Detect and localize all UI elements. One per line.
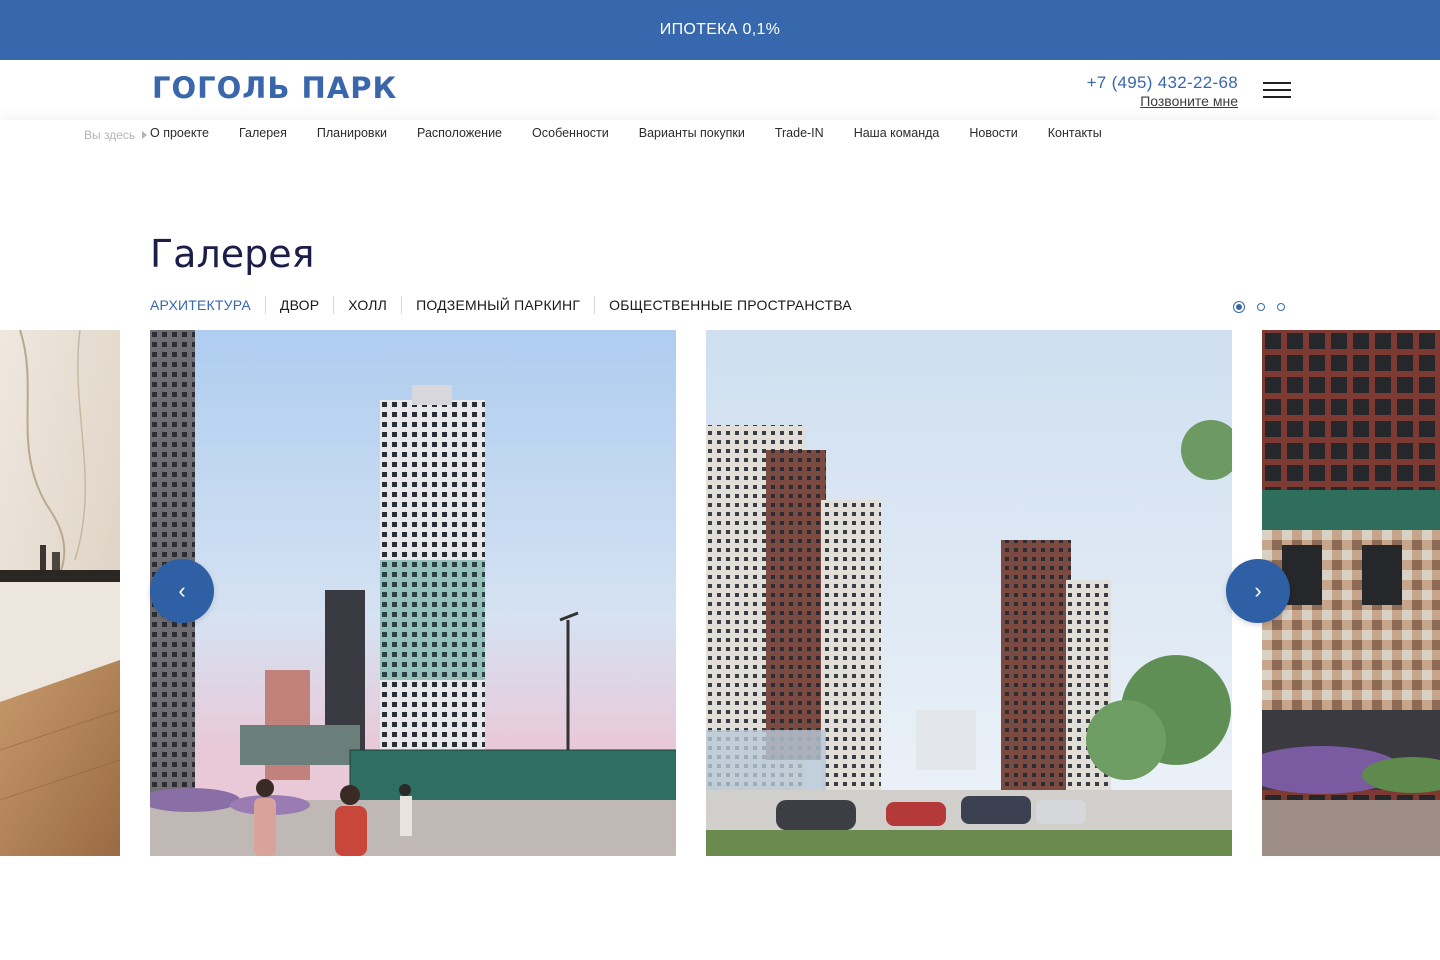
tab-hall[interactable]: ХОЛЛ	[348, 297, 387, 313]
nav-item-news[interactable]: Новости	[969, 126, 1017, 140]
tab-divider	[264, 296, 266, 314]
callback-link[interactable]: Позвоните мне	[1140, 93, 1238, 109]
nav-item-plans[interactable]: Планировки	[317, 126, 387, 140]
nav-item-team[interactable]: Наша команда	[854, 126, 940, 140]
tab-divider	[594, 296, 596, 314]
promo-link[interactable]: ИПОТЕКА 0,1%	[660, 21, 780, 39]
slider-dot-3[interactable]	[1277, 303, 1285, 311]
slider-dot-2[interactable]	[1257, 303, 1265, 311]
gallery-slide-tower[interactable]	[150, 330, 676, 856]
phone-link[interactable]: +7 (495) 432-22-68	[1087, 73, 1238, 93]
nav-item-location[interactable]: Расположение	[417, 126, 502, 140]
tab-architecture[interactable]: АРХИТЕКТУРА	[150, 297, 251, 313]
slider-next-button[interactable]: ›	[1226, 559, 1290, 623]
gallery-slide-complex[interactable]	[706, 330, 1232, 856]
site-header: ГОГОЛЬ ПАРК +7 (495) 432-22-68 Позвоните…	[0, 60, 1440, 120]
breadcrumb-label: Вы здесь	[84, 128, 136, 142]
gallery-title: Галерея	[150, 232, 315, 276]
tab-yard[interactable]: ДВОР	[280, 297, 319, 313]
gallery-slide-interior[interactable]	[0, 330, 120, 856]
slider-dot-1[interactable]	[1233, 301, 1245, 313]
section-nav: Вы здесь О проекте Галерея Планировки Ра…	[0, 120, 1440, 149]
burger-menu-icon[interactable]	[1263, 80, 1291, 100]
tab-divider	[401, 296, 403, 314]
nav-list: О проекте Галерея Планировки Расположени…	[150, 126, 1132, 140]
nav-item-contacts[interactable]: Контакты	[1048, 126, 1102, 140]
gallery-tabs: АРХИТЕКТУРА ДВОР ХОЛЛ ПОДЗЕМНЫЙ ПАРКИНГ …	[150, 296, 852, 314]
promo-bar: ИПОТЕКА 0,1%	[0, 0, 1440, 60]
site-logo[interactable]: ГОГОЛЬ ПАРК	[152, 71, 397, 105]
slider-pagination	[1233, 301, 1285, 313]
nav-item-features[interactable]: Особенности	[532, 126, 609, 140]
slider-prev-button[interactable]: ‹	[150, 559, 214, 623]
nav-item-trade-in[interactable]: Trade-IN	[775, 126, 824, 140]
nav-item-purchase[interactable]: Варианты покупки	[639, 126, 745, 140]
breadcrumb-arrow-icon	[142, 131, 147, 139]
nav-item-gallery[interactable]: Галерея	[239, 126, 287, 140]
nav-item-about[interactable]: О проекте	[150, 126, 209, 140]
tab-parking[interactable]: ПОДЗЕМНЫЙ ПАРКИНГ	[416, 297, 580, 313]
tab-divider	[333, 296, 335, 314]
tab-public-spaces[interactable]: ОБЩЕСТВЕННЫЕ ПРОСТРАНСТВА	[609, 297, 852, 313]
